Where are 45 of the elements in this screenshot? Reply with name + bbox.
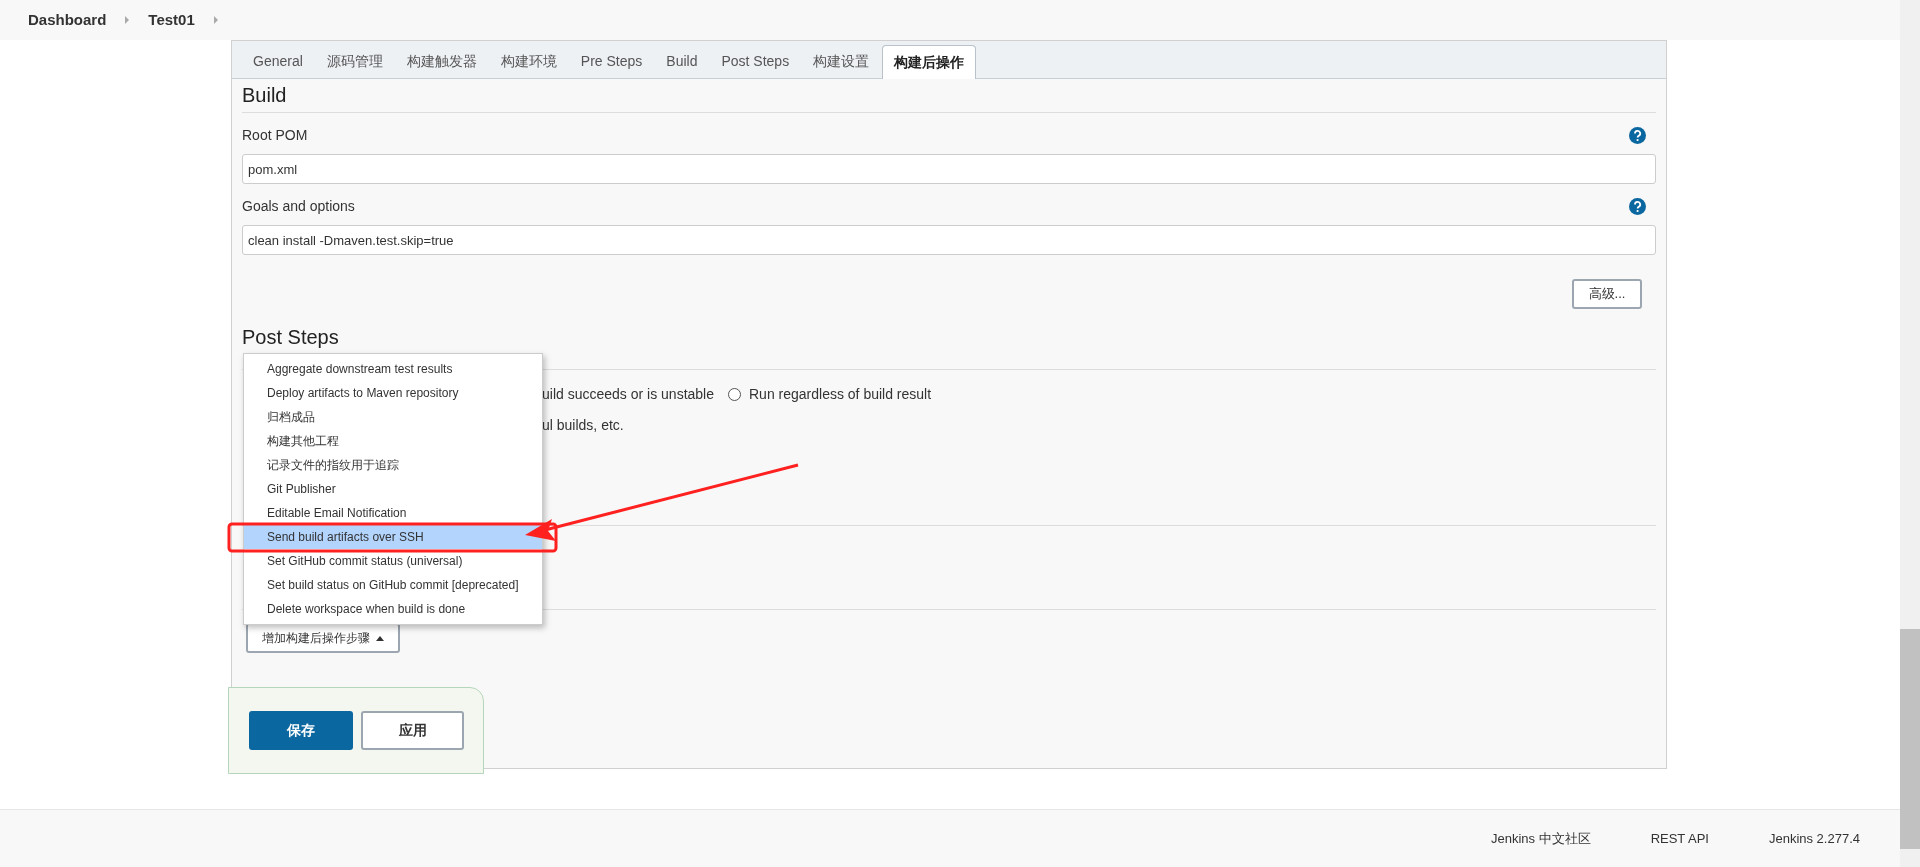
chevron-icon — [212, 16, 219, 24]
tab[interactable]: Build — [655, 44, 709, 78]
menu-item[interactable]: Editable Email Notification — [244, 501, 542, 525]
menu-item[interactable]: Set GitHub commit status (universal) — [244, 549, 542, 573]
footer-link[interactable]: REST API — [1650, 828, 1709, 849]
tab[interactable]: Pre Steps — [569, 44, 654, 78]
scrollbar[interactable] — [1900, 0, 1920, 867]
help-text: ul builds, etc. — [542, 417, 624, 433]
menu-item[interactable]: 记录文件的指纹用于追踪 — [244, 453, 542, 477]
radio-label: uild succeeds or is unstable — [542, 385, 714, 404]
section-heading: Build — [242, 79, 1656, 113]
tab[interactable]: 源码管理 — [315, 44, 394, 78]
save-button[interactable]: 保存 — [249, 711, 353, 750]
menu-item[interactable]: Git Publisher — [244, 477, 542, 501]
footer-link[interactable]: Jenkins 中文社区 — [1490, 828, 1591, 849]
field-label: Root POM — [242, 126, 308, 145]
advanced-button[interactable]: 高级... — [1572, 279, 1642, 309]
help-icon[interactable] — [1629, 198, 1646, 215]
input-field[interactable]: pom.xml — [242, 154, 1656, 184]
radio-label: Run regardless of build result — [749, 385, 932, 404]
menu-item[interactable]: Set build status on GitHub commit [deprecated] — [244, 573, 542, 597]
section-heading: Post Steps — [242, 326, 339, 348]
input-field[interactable]: clean install -Dmaven.test.skip=true — [242, 225, 1656, 255]
menu-item[interactable]: Aggregate downstream test results — [244, 357, 542, 381]
tab[interactable]: 构建触发器 — [395, 44, 488, 78]
caret-icon — [376, 635, 384, 641]
add-step-button[interactable]: 增加构建后操作步骤 — [246, 623, 400, 653]
tab[interactable]: 构建后操作 — [882, 45, 977, 79]
menu-item[interactable]: Send build artifacts over SSH — [244, 525, 542, 549]
breadcrumb-link[interactable]: Dashboard — [28, 8, 107, 32]
tab[interactable]: 构建环境 — [489, 44, 568, 78]
footer-link[interactable]: Jenkins 2.277.4 — [1768, 828, 1860, 849]
menu-item[interactable]: 构建其他工程 — [244, 429, 542, 453]
menu-item[interactable]: 归档成品 — [244, 405, 542, 429]
tab[interactable]: General — [242, 44, 314, 78]
chevron-icon — [124, 16, 131, 24]
apply-button[interactable]: 应用 — [361, 711, 464, 750]
field-label: Goals and options — [242, 197, 355, 216]
breadcrumb-link[interactable]: Test01 — [148, 8, 195, 32]
tab[interactable]: 构建设置 — [802, 44, 881, 78]
menu-item[interactable]: Delete workspace when build is done — [244, 597, 542, 621]
help-icon[interactable] — [1629, 127, 1646, 144]
radio-button[interactable] — [728, 388, 741, 401]
tab[interactable]: Post Steps — [710, 44, 801, 78]
menu-item[interactable]: Deploy artifacts to Maven repository — [244, 381, 542, 405]
